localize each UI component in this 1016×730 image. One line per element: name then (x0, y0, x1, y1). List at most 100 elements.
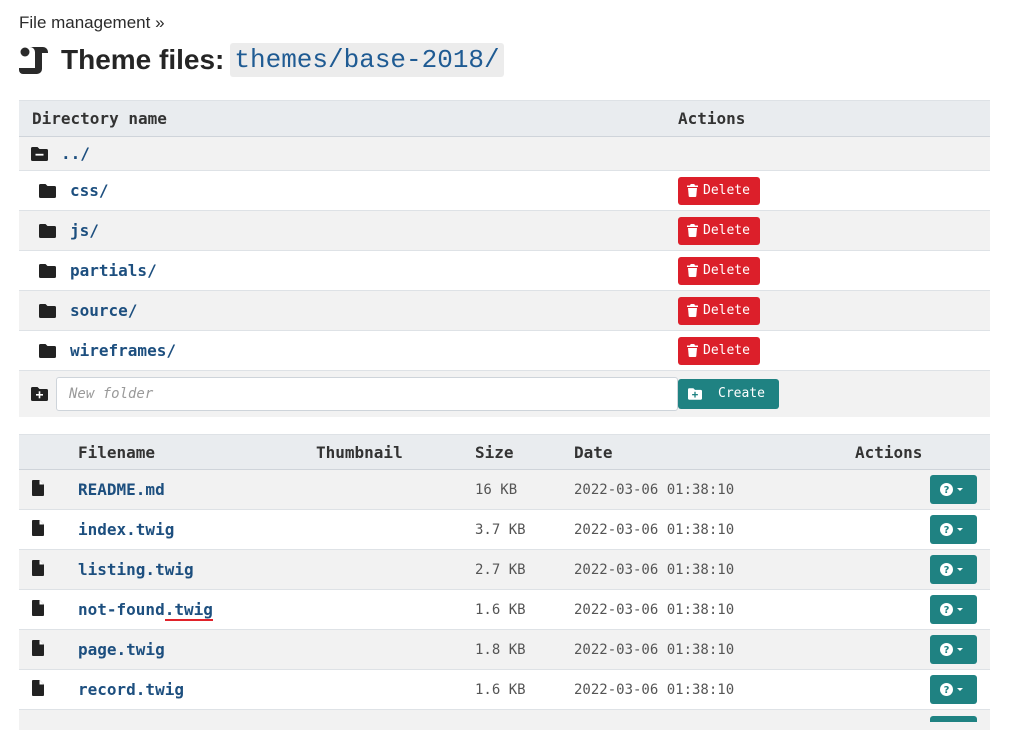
delete-button[interactable]: Delete (678, 216, 760, 245)
file-actions-dropdown-button[interactable]: ? (930, 555, 977, 584)
question-circle-icon: ? (940, 683, 953, 696)
create-folder-button[interactable]: Create (678, 378, 779, 409)
table-row: wireframes/ Delete (19, 330, 990, 371)
question-circle-icon: ? (940, 523, 953, 536)
new-folder-input[interactable] (56, 376, 678, 411)
page-title: Theme files: themes/base-2018/ (19, 40, 504, 80)
folder-icon (39, 303, 56, 318)
folder-icon (39, 223, 56, 238)
caret-down-icon (957, 487, 963, 491)
table-row: js/ Delete (19, 210, 990, 251)
delete-button[interactable]: Delete (678, 256, 760, 285)
file-actions-dropdown-button[interactable]: ? (930, 595, 977, 624)
folder-icon (39, 263, 56, 278)
col-filename: Filename (78, 434, 316, 470)
file-link-page[interactable]: page.twig (78, 640, 165, 659)
file-actions-dropdown-button[interactable]: ? (930, 475, 977, 504)
directory-link-js[interactable]: js/ (70, 221, 99, 240)
file-actions-dropdown-button[interactable] (930, 716, 977, 722)
delete-button[interactable]: Delete (678, 176, 760, 205)
file-icon (32, 599, 44, 616)
page-title-text: Theme files: (61, 44, 225, 75)
file-actions-dropdown-button[interactable]: ? (930, 515, 977, 544)
question-circle-icon: ? (940, 643, 953, 656)
file-name-extension: .twig (164, 600, 213, 621)
trash-icon (687, 304, 698, 317)
table-row: ../ (19, 136, 990, 171)
file-date: 2022-03-06 01:38:10 (574, 469, 855, 510)
delete-label: Delete (703, 303, 750, 318)
file-icon (32, 559, 44, 576)
question-circle-icon: ? (940, 603, 953, 616)
file-date: 2022-03-06 01:38:10 (574, 509, 855, 550)
table-row: css/ Delete (19, 170, 990, 211)
question-circle-icon: ? (940, 563, 953, 576)
page-title-path: themes/base-2018/ (230, 43, 504, 77)
svg-text:?: ? (944, 685, 950, 696)
question-circle-icon: ? (940, 483, 953, 496)
directory-link-wireframes[interactable]: wireframes/ (70, 341, 176, 360)
table-row: source/ Delete (19, 290, 990, 331)
file-link-readme[interactable]: README.md (78, 480, 165, 499)
file-size: 1.6 KB (475, 669, 574, 710)
delete-label: Delete (703, 183, 750, 198)
caret-down-icon (957, 647, 963, 651)
col-size: Size (475, 434, 574, 470)
file-size: 2.7 KB (475, 549, 574, 590)
directory-link-source[interactable]: source/ (70, 301, 137, 320)
file-table: Filename Thumbnail Size Date Actions REA… (19, 434, 990, 730)
file-link-record[interactable]: record.twig (78, 680, 184, 699)
file-link-not-found[interactable]: not-found.twig (78, 600, 213, 621)
table-row: index.twig 3.7 KB 2022-03-06 01:38:10 ? (19, 509, 990, 550)
delete-label: Delete (703, 343, 750, 358)
file-icon (32, 639, 44, 656)
file-size: 1.8 KB (475, 629, 574, 670)
caret-down-icon (957, 567, 963, 571)
scroll-icon (19, 47, 48, 74)
file-actions-dropdown-button[interactable]: ? (930, 675, 977, 704)
file-size: 3.7 KB (475, 509, 574, 550)
file-date: 2022-03-06 01:38:10 (574, 669, 855, 710)
trash-icon (687, 264, 698, 277)
folder-icon (39, 343, 56, 358)
delete-button[interactable]: Delete (678, 296, 760, 325)
file-link-index[interactable]: index.twig (78, 520, 174, 539)
delete-label: Delete (703, 223, 750, 238)
breadcrumb: File management » (19, 13, 165, 33)
directory-table: Directory name Actions ../ css/ Delete j… (19, 100, 990, 417)
table-row: README.md 16 KB 2022-03-06 01:38:10 ? (19, 469, 990, 510)
file-size: 1.6 KB (475, 589, 574, 630)
col-actions: Actions (855, 434, 990, 470)
col-thumbnail: Thumbnail (316, 434, 475, 470)
caret-down-icon (957, 607, 963, 611)
col-actions: Actions (678, 100, 990, 137)
file-date: 2022-03-06 01:38:10 (574, 549, 855, 590)
trash-icon (687, 224, 698, 237)
parent-directory-link[interactable]: ../ (61, 144, 90, 163)
directory-link-partials[interactable]: partials/ (70, 261, 157, 280)
create-label: Create (718, 386, 765, 402)
delete-button[interactable]: Delete (678, 336, 760, 365)
svg-text:?: ? (944, 525, 950, 536)
file-icon (32, 479, 44, 496)
file-name-base: not-found (78, 600, 165, 619)
breadcrumb-file-management-link[interactable]: File management » (19, 13, 165, 32)
col-date: Date (574, 434, 855, 470)
caret-down-icon (957, 687, 963, 691)
file-actions-dropdown-button[interactable]: ? (930, 635, 977, 664)
trash-icon (687, 344, 698, 357)
directory-link-css[interactable]: css/ (70, 181, 109, 200)
table-row: partials/ Delete (19, 250, 990, 291)
file-link-listing[interactable]: listing.twig (78, 560, 194, 579)
file-size: 16 KB (475, 469, 574, 510)
delete-label: Delete (703, 263, 750, 278)
svg-text:?: ? (944, 645, 950, 656)
col-directory-name: Directory name (19, 100, 678, 137)
caret-down-icon (957, 527, 963, 531)
table-row-partial (19, 709, 990, 730)
file-date: 2022-03-06 01:38:10 (574, 589, 855, 630)
table-row: record.twig 1.6 KB 2022-03-06 01:38:10 ? (19, 669, 990, 710)
svg-text:?: ? (944, 565, 950, 576)
svg-text:?: ? (944, 485, 950, 496)
file-date: 2022-03-06 01:38:10 (574, 629, 855, 670)
